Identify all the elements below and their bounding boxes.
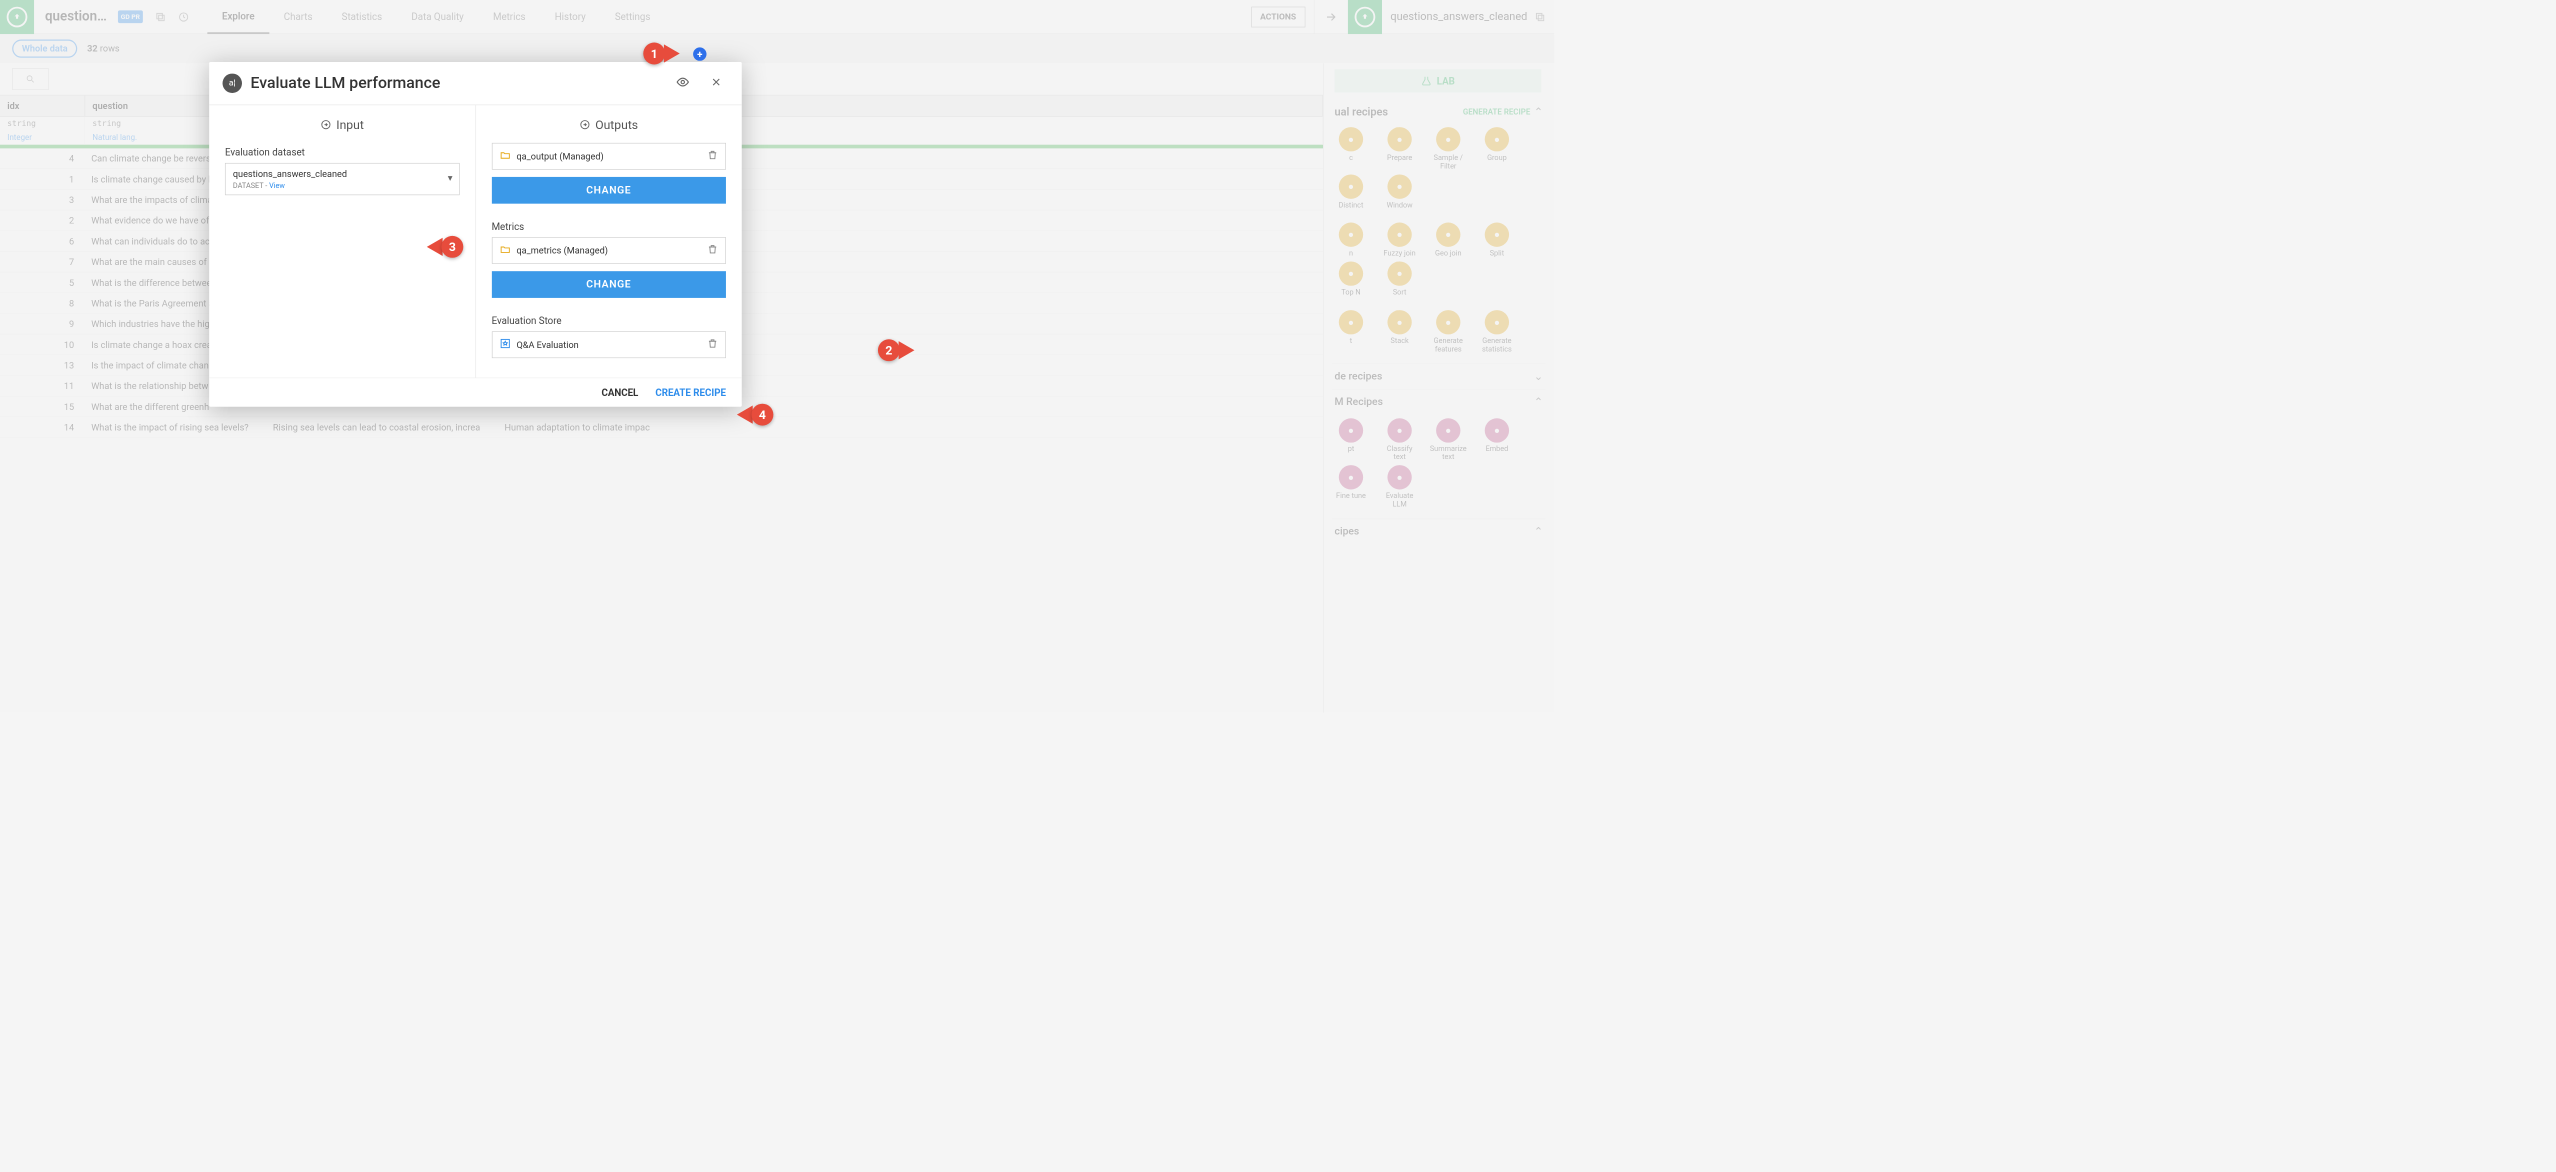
row-count: 32 rows [87,43,119,54]
trash-icon[interactable] [707,244,718,257]
right-panel: LAB ual recipes GENERATE RECIPE ⌃ ●c ●Pre… [1323,63,1554,712]
eval-store-label: Evaluation Store [492,315,726,327]
tab-charts[interactable]: Charts [269,0,327,34]
recipe-sort[interactable]: ●Sort [1381,262,1419,297]
lab-icon [1421,75,1432,86]
metrics-label: Metrics [492,221,726,233]
recipe-topn[interactable]: ●Top N [1332,262,1370,297]
evaluate-llm-modal: a¦ Evaluate LLM performance Input Evalua… [209,62,742,407]
chevron-down-icon: ⌄ [1534,370,1543,383]
col-header-idx[interactable]: idx [0,95,85,116]
tab-bar: Explore Charts Statistics Data Quality M… [207,0,665,34]
callout-2: 2 [878,339,914,361]
callout-4: 4 [737,404,773,426]
recipe-eval[interactable]: ●Evaluate LLM [1381,465,1419,509]
copy-icon[interactable] [149,11,172,22]
caret-down-icon: ▾ [448,172,453,184]
recipe-sync[interactable]: ●c [1332,127,1370,171]
recipe-group[interactable]: ●Group [1478,127,1516,171]
eval-dataset-label: Evaluation dataset [225,147,459,159]
extra-cell: Rising sea levels can lead to coastal er… [273,422,480,433]
recipe-gen[interactable]: ●Generate features [1429,310,1467,354]
modal-icon: a¦ [223,74,242,93]
recipe-stack1[interactable]: ●t [1332,310,1370,354]
chevron-up-icon: ⌃ [1534,396,1543,409]
outputs-column: Outputs qa_output (Managed) CHANGE Metri… [476,105,742,377]
callout-1: 1 [643,43,679,65]
output-qa-output: qa_output (Managed) [492,143,726,170]
input-icon [320,119,331,130]
chevron-up-icon: ⌃ [1534,525,1543,538]
cancel-button[interactable]: CANCEL [601,387,638,399]
tab-statistics[interactable]: Statistics [327,0,397,34]
col-link-idx[interactable]: Integer [0,131,85,145]
next-dataset-logo[interactable] [1348,0,1382,34]
tab-settings[interactable]: Settings [600,0,665,34]
close-icon[interactable] [704,74,728,93]
eval-dataset-select[interactable]: questions_answers_cleaned DATASET - View… [225,163,459,195]
generate-recipe-link[interactable]: GENERATE RECIPE [1463,108,1530,117]
breadcrumb[interactable]: question… [34,9,118,24]
trash-icon[interactable] [707,150,718,163]
extra-cell: Human adaptation to climate impac [505,422,650,433]
recipe-join[interactable]: ●n [1332,223,1370,258]
tab-explore[interactable]: Explore [207,0,269,34]
recipe-stats[interactable]: ●Generate statistics [1478,310,1516,354]
trash-icon[interactable] [707,338,718,351]
section-other-recipes[interactable]: cipes⌃ [1332,518,1545,544]
recipe-embed[interactable]: ●Embed [1478,418,1516,462]
overflow-row: 14 What is the impact of rising sea leve… [0,417,1323,438]
recipe-broom[interactable]: ●Prepare [1381,127,1419,171]
app-logo[interactable] [0,0,34,34]
recipe-fuzzy[interactable]: ●Fuzzy join [1381,223,1419,258]
recipe-finetune[interactable]: ●Fine tune [1332,465,1370,509]
recipe-window[interactable]: ●Window [1381,174,1419,209]
search-icon [26,74,36,84]
modal-title: Evaluate LLM performance [250,74,661,92]
copy-icon[interactable] [1535,11,1546,22]
recipe-prompt[interactable]: ●pt [1332,418,1370,462]
col-type-idx: string [0,117,85,131]
next-arrow-icon[interactable] [1314,0,1348,34]
recipe-neq[interactable]: ●Distinct [1332,174,1370,209]
top-bar: question… GD PR Explore Charts Statistic… [0,0,1554,34]
recipe-geo[interactable]: ●Geo join [1429,223,1467,258]
recipe-funnel[interactable]: ●Sample / Filter [1429,127,1467,171]
tab-history[interactable]: History [540,0,600,34]
folder-icon [499,150,510,163]
search-input[interactable] [12,68,48,90]
chevron-up-icon[interactable]: ⌃ [1534,106,1543,119]
change-output-button[interactable]: CHANGE [492,177,726,204]
output-eval-store: Q&A Evaluation [492,331,726,358]
output-qa-metrics: qa_metrics (Managed) [492,237,726,264]
tab-metrics[interactable]: Metrics [478,0,540,34]
filter-pill[interactable]: Whole data [12,40,77,58]
section-visual-recipes: ual recipes GENERATE RECIPE ⌃ [1332,101,1545,123]
folder-icon [499,244,510,257]
lab-button[interactable]: LAB [1335,69,1542,92]
change-metrics-button[interactable]: CHANGE [492,271,726,298]
create-recipe-button[interactable]: CREATE RECIPE [655,387,726,399]
tab-data-quality[interactable]: Data Quality [397,0,479,34]
gdpr-badge: GD PR [118,10,143,23]
section-code-recipes[interactable]: de recipes⌄ [1332,363,1545,389]
recipe-split[interactable]: ●Split [1478,223,1516,258]
sub-bar: Whole data 32 rows [0,34,1554,63]
star-box-icon [499,338,510,351]
recipe-classify[interactable]: ●Classify text [1381,418,1419,462]
recipe-stack[interactable]: ●Stack [1381,310,1419,354]
section-llm-recipes[interactable]: M Recipes⌃ [1332,389,1545,415]
history-icon[interactable] [172,11,195,22]
right-dataset-name: questions_answers_cleaned [1390,10,1527,23]
right-breadcrumb[interactable]: questions_answers_cleaned [1382,10,1554,23]
output-icon [579,119,590,130]
callout-3: 3 [427,236,463,258]
recipe-summarize[interactable]: ●Summarize text [1429,418,1467,462]
add-badge-icon[interactable]: + [693,47,706,60]
preview-icon[interactable] [670,73,696,94]
actions-button[interactable]: ACTIONS [1251,6,1305,27]
view-link[interactable]: View [269,181,285,190]
